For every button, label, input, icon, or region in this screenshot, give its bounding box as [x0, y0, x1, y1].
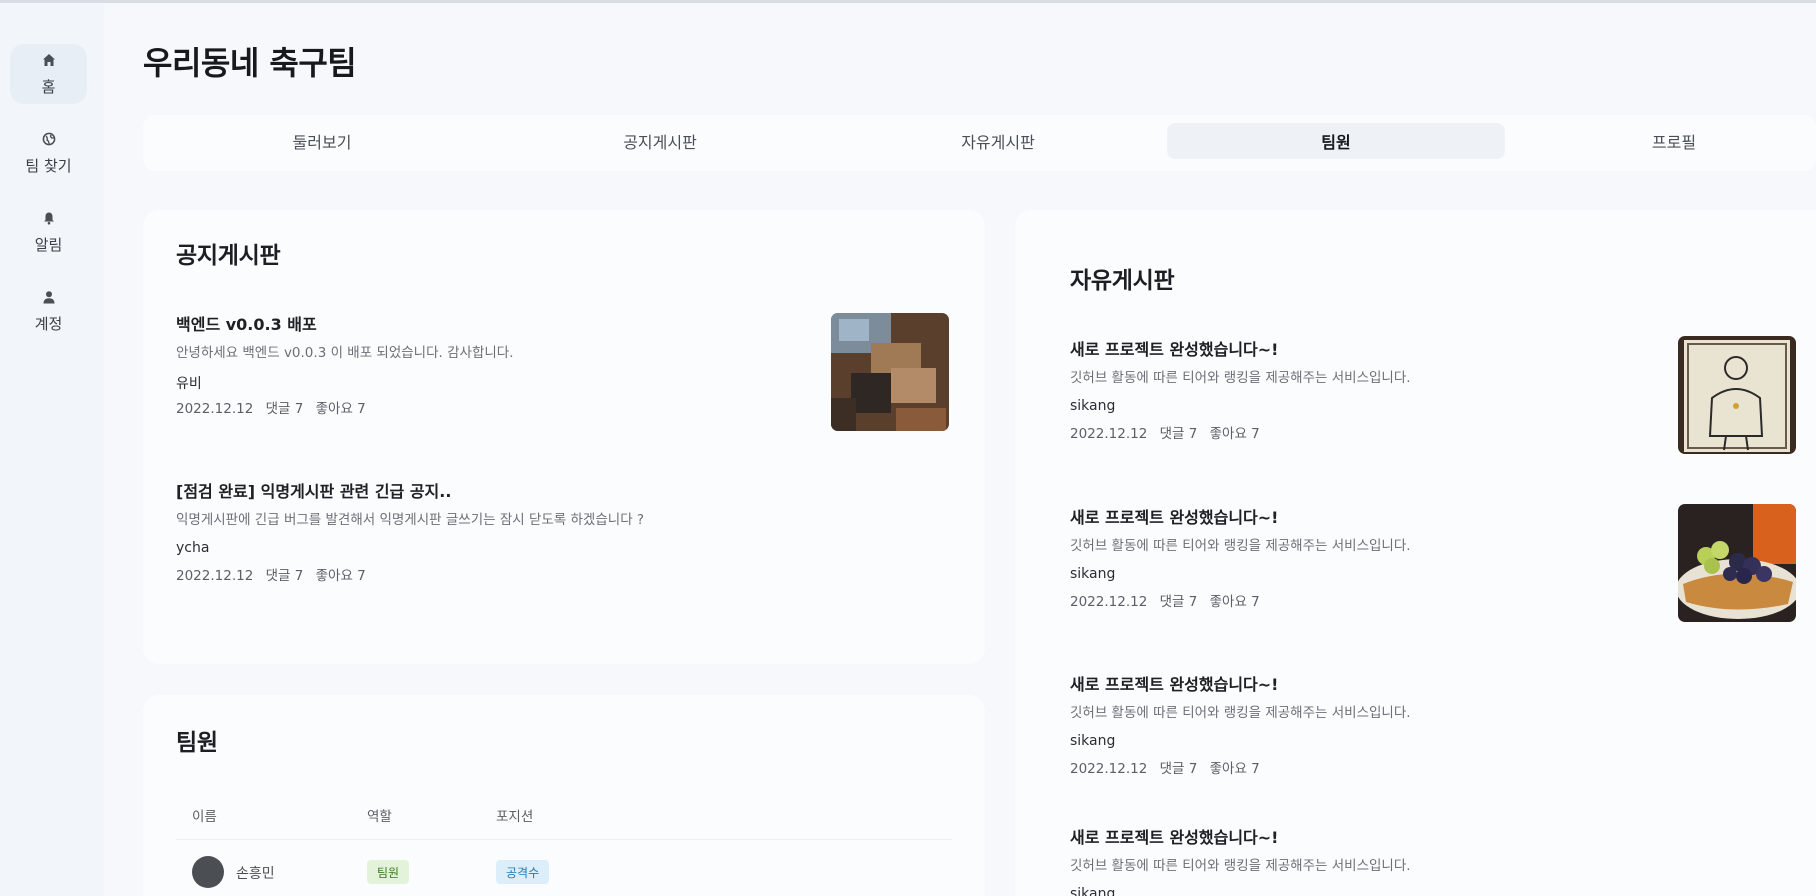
user-icon — [41, 289, 57, 305]
post-author: sikang — [1070, 733, 1116, 749]
sidebar-item-label: 팀 찾기 — [25, 156, 72, 175]
members-card: 팀원 이름 역할 포지션 손흥민 팀원 공격수 — [143, 695, 985, 896]
post-author: sikang — [1070, 398, 1116, 414]
post-comments: 댓글 7 — [265, 401, 304, 417]
post-date: 2022.12.12 — [1070, 761, 1148, 777]
post-thumbnail[interactable] — [1678, 336, 1796, 454]
post-body: 익명게시판에 긴급 버그를 발견해서 익명게시판 글쓰기는 잠시 닫도록 하겠습… — [176, 512, 645, 528]
post-title: 새로 프로젝트 완성했습니다~! — [1070, 508, 1279, 527]
free-post[interactable]: 새로 프로젝트 완성했습니다~! 깃허브 활동에 따른 티어와 랭킹을 제공해주… — [1070, 671, 1770, 791]
position-badge: 공격수 — [496, 860, 550, 884]
post-date: 2022.12.12 — [176, 568, 254, 584]
post-meta: 2022.12.12 댓글 7 좋아요 7 — [1070, 422, 1268, 442]
tab-bar: 둘러보기 공지게시판 자유게시판 팀원 프로필 — [143, 115, 1816, 171]
post-likes: 좋아요 7 — [1209, 426, 1260, 442]
post-body: 깃허브 활동에 따른 티어와 랭킹을 제공해주는 서비스입니다. — [1070, 370, 1411, 386]
tab-profile[interactable]: 프로필 — [1505, 123, 1816, 159]
post-body: 깃허브 활동에 따른 티어와 랭킹을 제공해주는 서비스입니다. — [1070, 705, 1411, 721]
post-meta: 2022.12.12 댓글 7 좋아요 7 — [1070, 757, 1268, 777]
sidebar-item-home[interactable]: 홈 — [10, 44, 87, 104]
post-meta: 2022.12.12 댓글 7 좋아요 7 — [1070, 590, 1268, 610]
post-body: 깃허브 활동에 따른 티어와 랭킹을 제공해주는 서비스입니다. — [1070, 538, 1411, 554]
sidebar-item-label: 홈 — [41, 77, 56, 96]
member-name: 손흥민 — [236, 866, 275, 882]
sidebar: 홈 팀 찾기 알림 계정 — [0, 3, 104, 896]
free-post[interactable]: 새로 프로젝트 완성했습니다~! 깃허브 활동에 따른 티어와 랭킹을 제공해주… — [1070, 824, 1770, 896]
notice-board-card: 공지게시판 백엔드 v0.0.3 배포 안녕하세요 백엔드 v0.0.3 이 배… — [143, 210, 985, 664]
home-icon — [41, 52, 57, 68]
post-author: ycha — [176, 540, 210, 556]
post-body: 안녕하세요 백엔드 v0.0.3 이 배포 되었습니다. 감사합니다. — [176, 345, 514, 361]
post-meta: 2022.12.12 댓글 7 좋아요 7 — [176, 564, 374, 584]
tab-notice-board[interactable]: 공지게시판 — [491, 123, 829, 159]
sidebar-item-label: 알림 — [34, 235, 63, 254]
post-comments: 댓글 7 — [265, 568, 304, 584]
post-title: 백엔드 v0.0.3 배포 — [176, 315, 317, 334]
sidebar-item-label: 계정 — [34, 314, 63, 333]
tab-free-board[interactable]: 자유게시판 — [829, 123, 1167, 159]
bell-icon — [41, 210, 57, 226]
globe-icon — [41, 131, 57, 147]
post-title: 새로 프로젝트 완성했습니다~! — [1070, 828, 1279, 847]
table-divider — [176, 839, 952, 840]
post-body: 깃허브 활동에 따른 티어와 랭킹을 제공해주는 서비스입니다. — [1070, 858, 1411, 874]
free-post[interactable]: 새로 프로젝트 완성했습니다~! 깃허브 활동에 따른 티어와 랭킹을 제공해주… — [1070, 504, 1770, 624]
page-title: 우리동네 축구팀 — [143, 44, 357, 82]
role-badge: 팀원 — [367, 860, 410, 884]
post-thumbnail[interactable] — [831, 313, 949, 431]
post-date: 2022.12.12 — [1070, 594, 1148, 610]
post-thumbnail[interactable] — [1678, 504, 1796, 622]
window-top-border — [0, 0, 1816, 3]
post-title: 새로 프로젝트 완성했습니다~! — [1070, 675, 1279, 694]
free-board-title: 자유게시판 — [1070, 268, 1175, 294]
sidebar-item-find-team[interactable]: 팀 찾기 — [10, 123, 87, 183]
post-date: 2022.12.12 — [176, 401, 254, 417]
members-title: 팀원 — [176, 730, 218, 756]
notice-post[interactable]: [점검 완료] 익명게시판 관련 긴급 공지.. 익명게시판에 긴급 버그를 발… — [176, 478, 956, 598]
notice-board-title: 공지게시판 — [176, 243, 281, 269]
post-title: [점검 완료] 익명게시판 관련 긴급 공지.. — [176, 482, 452, 501]
post-date: 2022.12.12 — [1070, 426, 1148, 442]
post-title: 새로 프로젝트 완성했습니다~! — [1070, 340, 1279, 359]
post-author: 유비 — [176, 376, 202, 392]
post-likes: 좋아요 7 — [315, 401, 366, 417]
post-comments: 댓글 7 — [1159, 761, 1198, 777]
post-likes: 좋아요 7 — [1209, 761, 1260, 777]
column-header-role: 역할 — [367, 809, 392, 825]
post-comments: 댓글 7 — [1159, 426, 1198, 442]
post-author: sikang — [1070, 886, 1116, 896]
tab-explore[interactable]: 둘러보기 — [153, 123, 491, 159]
post-author: sikang — [1070, 566, 1116, 582]
post-comments: 댓글 7 — [1159, 594, 1198, 610]
free-post[interactable]: 새로 프로젝트 완성했습니다~! 깃허브 활동에 따른 티어와 랭킹을 제공해주… — [1070, 336, 1770, 456]
post-likes: 좋아요 7 — [315, 568, 366, 584]
post-likes: 좋아요 7 — [1209, 594, 1260, 610]
column-header-position: 포지션 — [496, 809, 534, 825]
sidebar-item-notifications[interactable]: 알림 — [10, 202, 87, 262]
post-meta: 2022.12.12 댓글 7 좋아요 7 — [176, 397, 374, 417]
column-header-name: 이름 — [192, 809, 217, 825]
avatar — [192, 856, 224, 888]
free-board-card: 자유게시판 새로 프로젝트 완성했습니다~! 깃허브 활동에 따른 티어와 랭킹… — [1015, 210, 1816, 896]
sidebar-item-account[interactable]: 계정 — [10, 281, 87, 341]
tab-members[interactable]: 팀원 — [1167, 123, 1505, 159]
